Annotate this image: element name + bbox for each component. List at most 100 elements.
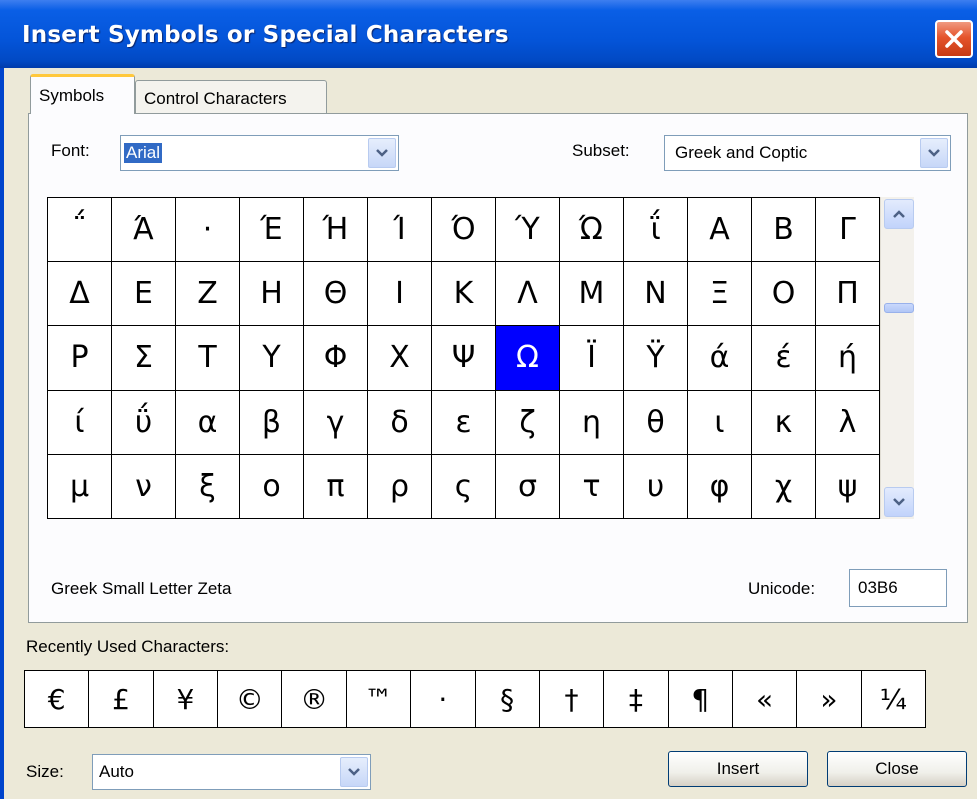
recent-char-cell[interactable]: ‡: [604, 671, 668, 727]
scroll-down-icon[interactable]: [884, 487, 914, 517]
symbol-cell[interactable]: Φ: [304, 326, 367, 390]
symbol-cell[interactable]: τ: [560, 454, 623, 518]
symbol-cell[interactable]: Ώ: [560, 198, 623, 262]
symbol-cell[interactable]: λ: [816, 390, 879, 454]
symbol-cell[interactable]: Ϊ: [560, 326, 623, 390]
recent-label: Recently Used Characters:: [26, 637, 230, 656]
symbol-cell[interactable]: Ό: [432, 198, 495, 262]
symbol-cell[interactable]: ά: [688, 326, 751, 390]
symbol-cell[interactable]: υ: [624, 454, 687, 518]
symbol-cell[interactable]: Π: [816, 262, 879, 326]
window-border: [0, 68, 4, 799]
symbol-cell[interactable]: ΰ: [112, 390, 175, 454]
symbol-cell[interactable]: φ: [688, 454, 751, 518]
symbol-cell[interactable]: Ρ: [48, 326, 111, 390]
symbol-cell[interactable]: ο: [240, 454, 303, 518]
symbol-cell[interactable]: δ: [368, 390, 431, 454]
scroll-up-icon[interactable]: [884, 199, 914, 229]
symbol-cell[interactable]: Χ: [368, 326, 431, 390]
close-icon[interactable]: [935, 20, 973, 58]
recent-char-cell[interactable]: ™: [346, 671, 411, 727]
symbol-cell[interactable]: ζ: [496, 390, 559, 454]
symbol-cell[interactable]: Δ: [48, 262, 111, 326]
symbol-cell[interactable]: Ά: [112, 198, 175, 262]
symbol-cell[interactable]: Κ: [432, 262, 495, 326]
recent-char-cell[interactable]: §: [475, 671, 539, 727]
tab-symbols[interactable]: Symbols: [30, 74, 135, 114]
symbol-cell[interactable]: Ψ: [432, 326, 495, 390]
symbol-cell[interactable]: Ξ: [688, 262, 751, 326]
size-select[interactable]: Auto: [92, 754, 371, 790]
symbol-cell[interactable]: γ: [304, 390, 367, 454]
symbol-cell[interactable]: Ϋ: [624, 326, 687, 390]
symbol-cell[interactable]: Β: [752, 198, 815, 262]
symbol-cell[interactable]: Ν: [624, 262, 687, 326]
recent-char-cell[interactable]: ©: [218, 671, 282, 727]
symbol-cell[interactable]: ψ: [816, 454, 879, 518]
chevron-down-icon[interactable]: [920, 138, 948, 168]
tab-control-characters[interactable]: Control Characters: [135, 80, 327, 116]
symbol-cell[interactable]: Ω: [496, 326, 559, 390]
symbol-cell[interactable]: Μ: [560, 262, 623, 326]
recent-char-cell[interactable]: †: [539, 671, 604, 727]
symbol-cell[interactable]: Ύ: [496, 198, 559, 262]
symbol-cell[interactable]: Ε: [112, 262, 175, 326]
symbol-cell[interactable]: ί: [48, 390, 111, 454]
symbol-cell[interactable]: ΅: [48, 198, 111, 262]
symbol-cell[interactable]: Η: [240, 262, 303, 326]
symbol-cell[interactable]: Α: [688, 198, 751, 262]
symbol-cell[interactable]: χ: [752, 454, 815, 518]
symbol-cell[interactable]: μ: [48, 454, 111, 518]
symbol-cell[interactable]: β: [240, 390, 303, 454]
unicode-field[interactable]: 03B6: [849, 569, 947, 607]
symbol-cell[interactable]: Ζ: [176, 262, 239, 326]
font-label: Font:: [51, 141, 90, 160]
symbol-cell[interactable]: κ: [752, 390, 815, 454]
symbol-cell[interactable]: Λ: [496, 262, 559, 326]
symbol-cell[interactable]: α: [176, 390, 239, 454]
symbol-cell[interactable]: Θ: [304, 262, 367, 326]
scroll-thumb[interactable]: [884, 303, 914, 313]
symbol-cell[interactable]: ξ: [176, 454, 239, 518]
symbol-cell[interactable]: ς: [432, 454, 495, 518]
recent-char-cell[interactable]: «: [732, 671, 797, 727]
symbol-cell[interactable]: Έ: [240, 198, 303, 262]
recent-char-cell[interactable]: ¥: [153, 671, 218, 727]
tab-control-characters-label: Control Characters: [144, 88, 287, 108]
recent-char-cell[interactable]: ¶: [668, 671, 732, 727]
recent-char-cell[interactable]: ®: [282, 671, 346, 727]
close-button[interactable]: Close: [827, 751, 967, 787]
symbol-cell[interactable]: Ί: [368, 198, 431, 262]
symbol-cell[interactable]: έ: [752, 326, 815, 390]
symbol-cell[interactable]: Ή: [304, 198, 367, 262]
recent-char-cell[interactable]: £: [89, 671, 153, 727]
chevron-down-icon[interactable]: [368, 138, 396, 168]
symbol-cell[interactable]: Γ: [816, 198, 879, 262]
subset-value: Greek and Coptic: [675, 143, 808, 162]
recent-char-cell[interactable]: ¼: [861, 671, 925, 727]
symbol-cell[interactable]: ρ: [368, 454, 431, 518]
symbol-cell[interactable]: ΐ: [624, 198, 687, 262]
symbol-cell[interactable]: η: [560, 390, 623, 454]
symbol-cell[interactable]: Ο: [752, 262, 815, 326]
symbol-cell[interactable]: Τ: [176, 326, 239, 390]
symbol-cell[interactable]: ·: [176, 198, 239, 262]
grid-scrollbar[interactable]: [880, 197, 914, 519]
symbol-cell[interactable]: ν: [112, 454, 175, 518]
symbol-cell[interactable]: σ: [496, 454, 559, 518]
subset-select[interactable]: Greek and Coptic: [664, 135, 951, 171]
recent-char-cell[interactable]: »: [797, 671, 861, 727]
font-select[interactable]: Arial: [120, 135, 399, 171]
symbol-cell[interactable]: Σ: [112, 326, 175, 390]
symbol-cell[interactable]: θ: [624, 390, 687, 454]
recent-char-cell[interactable]: €: [25, 671, 89, 727]
symbol-cell[interactable]: ε: [432, 390, 495, 454]
chevron-down-icon[interactable]: [340, 757, 368, 787]
symbol-cell[interactable]: ή: [816, 326, 879, 390]
symbol-cell[interactable]: π: [304, 454, 367, 518]
insert-button[interactable]: Insert: [668, 751, 808, 787]
symbol-cell[interactable]: Υ: [240, 326, 303, 390]
recent-char-cell[interactable]: ·: [411, 671, 475, 727]
symbol-cell[interactable]: Ι: [368, 262, 431, 326]
symbol-cell[interactable]: ι: [688, 390, 751, 454]
